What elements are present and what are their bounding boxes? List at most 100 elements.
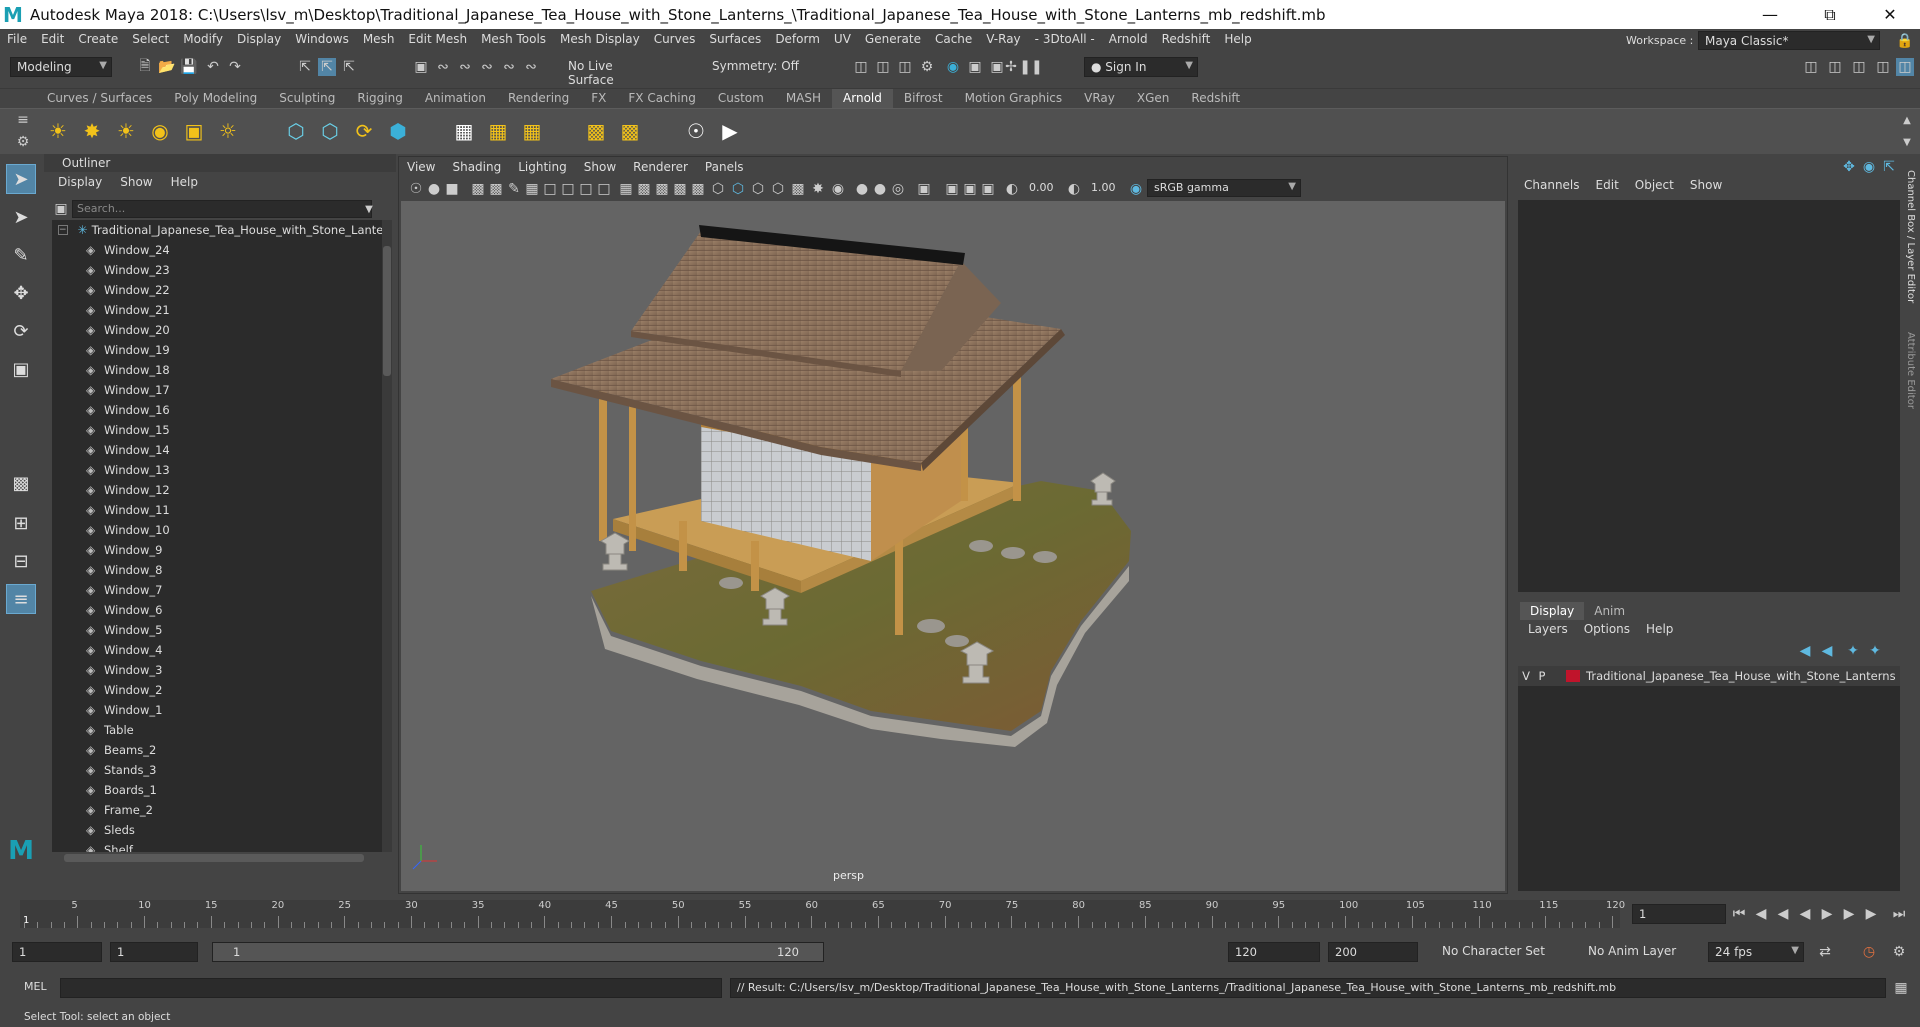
- render-view-icon[interactable]: ◫: [852, 58, 870, 76]
- go-to-start-icon[interactable]: ⏮: [1730, 905, 1748, 923]
- outliner-item[interactable]: ◈ Window_24: [52, 240, 382, 260]
- shelf-tab[interactable]: Motion Graphics: [954, 89, 1074, 108]
- curve-collector-icon[interactable]: ⟳: [350, 117, 378, 145]
- menu-item[interactable]: V-Ray: [979, 32, 1027, 46]
- outliner-item[interactable]: ◈ Window_12: [52, 480, 382, 500]
- shelf-tab[interactable]: Animation: [414, 89, 497, 108]
- channel-box-menu-item[interactable]: Edit: [1596, 178, 1619, 192]
- lock-icon[interactable]: 🔒: [1896, 32, 1914, 50]
- outliner-item[interactable]: ◈ Sleds: [52, 820, 382, 840]
- shelf-tab[interactable]: Redshift: [1180, 89, 1251, 108]
- show-grid-icon[interactable]: ▩: [653, 180, 671, 198]
- outliner-item[interactable]: ◈ Window_23: [52, 260, 382, 280]
- auto-key-icon[interactable]: ◷: [1860, 943, 1878, 961]
- select-hierarchy-icon[interactable]: ⇱: [296, 58, 314, 76]
- shelf-tab[interactable]: Rigging: [346, 89, 413, 108]
- go-to-end-icon[interactable]: ⏭: [1890, 905, 1908, 923]
- menu-item[interactable]: Select: [125, 32, 176, 46]
- shelf-tab[interactable]: Rendering: [497, 89, 580, 108]
- mesh-light-icon[interactable]: ✸: [78, 117, 106, 145]
- command-input[interactable]: [60, 978, 722, 998]
- viewport-menu-item[interactable]: Lighting: [518, 160, 567, 174]
- xray-joints-icon[interactable]: ▣: [943, 180, 961, 198]
- menu-item[interactable]: Deform: [768, 32, 827, 46]
- backface-culling-icon[interactable]: ▣: [979, 180, 997, 198]
- character-set-dropdown[interactable]: No Character Set: [1436, 942, 1570, 962]
- photometric-light-icon[interactable]: ☀: [112, 117, 140, 145]
- volume-icon[interactable]: ⬢: [384, 117, 412, 145]
- shelf-tab[interactable]: Poly Modeling: [163, 89, 268, 108]
- outliner-item[interactable]: ◈ Window_6: [52, 600, 382, 620]
- outliner-item[interactable]: ◈ Window_16: [52, 400, 382, 420]
- shelf-tab[interactable]: Sculpting: [268, 89, 346, 108]
- outliner-item[interactable]: ◈ Window_13: [52, 460, 382, 480]
- color-management-icon[interactable]: ◉: [1127, 180, 1145, 198]
- xray-components-icon[interactable]: ▣: [961, 180, 979, 198]
- menu-item[interactable]: Cache: [928, 32, 979, 46]
- grid-toggle-icon[interactable]: ▦: [523, 180, 541, 198]
- outliner-item[interactable]: ◈ Window_21: [52, 300, 382, 320]
- tool-settings-toggle-icon[interactable]: ◫: [1874, 58, 1892, 76]
- outliner-layout-icon[interactable]: ≡: [6, 584, 36, 614]
- sign-in-button[interactable]: ● Sign In ▼: [1084, 57, 1198, 77]
- shelf-tab[interactable]: FX Caching: [617, 89, 706, 108]
- rotate-tool-icon[interactable]: ⟳: [6, 316, 36, 346]
- outliner-menu-item[interactable]: Display: [58, 175, 102, 189]
- depth-of-field-icon[interactable]: ●: [871, 180, 889, 198]
- viewport-menu-item[interactable]: Shading: [452, 160, 501, 174]
- shelf-tab[interactable]: MASH: [775, 89, 832, 108]
- safe-action-icon[interactable]: ▦: [617, 180, 635, 198]
- playback-start-field[interactable]: 1: [110, 942, 198, 962]
- step-forward-frame-icon[interactable]: ▶: [1840, 905, 1858, 923]
- bookmark-icon[interactable]: ■: [443, 180, 461, 198]
- layer-editor-menu-item[interactable]: Help: [1646, 622, 1673, 636]
- menu-item[interactable]: Edit: [34, 32, 71, 46]
- export-standin-icon[interactable]: ⬡: [316, 117, 344, 145]
- layer-visibility-toggle[interactable]: V: [1518, 669, 1534, 683]
- symmetry-dropdown[interactable]: Symmetry: Off: [706, 57, 810, 77]
- area-light-icon[interactable]: ☀: [44, 117, 72, 145]
- channel-box-menu-item[interactable]: Show: [1690, 178, 1722, 192]
- multisample-aa-icon[interactable]: ●: [853, 180, 871, 198]
- outliner-item[interactable]: ◈ Window_22: [52, 280, 382, 300]
- select-object-icon[interactable]: ⇱: [318, 58, 336, 76]
- outliner-item[interactable]: ◈ Beams_2: [52, 740, 382, 760]
- layer-editor-menu-item[interactable]: Options: [1584, 622, 1630, 636]
- shelf-tab[interactable]: VRay: [1073, 89, 1126, 108]
- isolate-select-icon[interactable]: ◎: [889, 180, 907, 198]
- outliner-item[interactable]: ◈ Table: [52, 720, 382, 740]
- outliner-horizontal-scrollbar[interactable]: [64, 854, 364, 862]
- outliner-item[interactable]: ◈ Window_11: [52, 500, 382, 520]
- layer-editor-tab[interactable]: Anim: [1584, 602, 1635, 620]
- playback-end-field[interactable]: 120: [1228, 942, 1320, 962]
- exposure-icon[interactable]: ◐: [1003, 180, 1021, 198]
- menu-item[interactable]: Mesh Tools: [474, 32, 553, 46]
- attribute-editor-toggle-icon[interactable]: ◫: [1850, 58, 1868, 76]
- outliner-item[interactable]: ◈ Window_5: [52, 620, 382, 640]
- menu-item[interactable]: Display: [230, 32, 288, 46]
- shelf-tab[interactable]: FX: [580, 89, 617, 108]
- new-layer-icon[interactable]: ✦: [1844, 642, 1862, 660]
- textured-icon[interactable]: ⬡: [749, 180, 767, 198]
- 3d-viewport[interactable]: persp: [401, 201, 1505, 891]
- shadows-icon[interactable]: ▩: [789, 180, 807, 198]
- new-layer-selected-icon[interactable]: ✦: [1866, 642, 1884, 660]
- render-sequence-icon[interactable]: ▶: [716, 117, 744, 145]
- close-button[interactable]: ✕: [1860, 0, 1920, 29]
- outliner-item[interactable]: ◈ Window_7: [52, 580, 382, 600]
- paint-select-tool-icon[interactable]: ✎: [6, 240, 36, 270]
- viewport-menu-item[interactable]: Show: [584, 160, 616, 174]
- scale-tool-icon[interactable]: ▣: [6, 354, 36, 384]
- character-controls-icon[interactable]: ◫: [1826, 58, 1844, 76]
- undo-icon[interactable]: ↶: [204, 58, 222, 76]
- shader-ball-icon[interactable]: ▩: [582, 117, 610, 145]
- redshift-render-icon[interactable]: ✢: [1002, 58, 1020, 76]
- outliner-search-input[interactable]: Search...: [72, 200, 372, 218]
- layer-playback-toggle[interactable]: P: [1534, 669, 1550, 683]
- workspace-dropdown[interactable]: Maya Classic* ▼: [1698, 31, 1880, 50]
- snap-grid-icon[interactable]: ▣: [412, 58, 430, 76]
- menu-item[interactable]: Modify: [176, 32, 230, 46]
- mode-dropdown[interactable]: Modeling ▼: [10, 57, 112, 77]
- shelf-tab[interactable]: Bifrost: [893, 89, 954, 108]
- channel-box-help-icon[interactable]: ◉: [1860, 158, 1878, 176]
